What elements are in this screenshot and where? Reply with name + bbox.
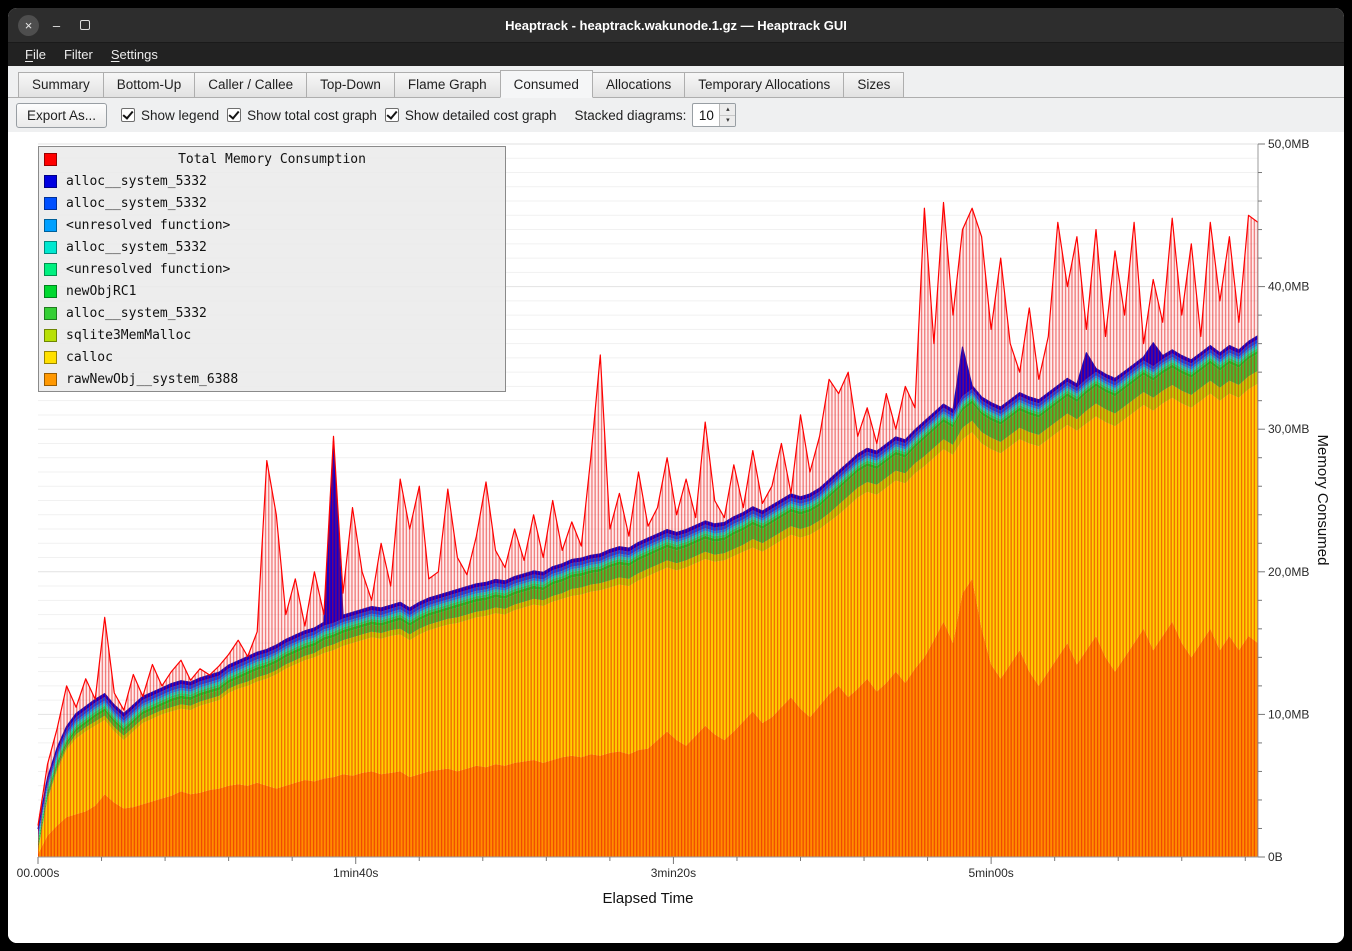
spinbox-down-button[interactable]: ▾: [720, 115, 735, 127]
legend-item: alloc__system_5332: [39, 236, 505, 258]
legend-label: alloc__system_5332: [66, 306, 207, 321]
legend-title: Total Memory Consumption: [39, 152, 505, 167]
tab-caller-callee[interactable]: Caller / Callee: [194, 72, 307, 98]
legend-label: alloc__system_5332: [66, 240, 207, 255]
svg-text:00.000s: 00.000s: [17, 866, 60, 880]
legend-label: newObjRC1: [66, 284, 136, 299]
titlebar: × – Heaptrack - heaptrack.wakunode.1.gz …: [8, 8, 1344, 42]
legend-label: calloc: [66, 350, 113, 365]
legend-item: newObjRC1: [39, 280, 505, 302]
window-title: Heaptrack - heaptrack.wakunode.1.gz — He…: [8, 18, 1344, 33]
checkbox-label: Show legend: [141, 108, 219, 123]
tab-top-down[interactable]: Top-Down: [306, 72, 395, 98]
maximize-button[interactable]: [74, 15, 95, 36]
legend-item: <unresolved function>: [39, 214, 505, 236]
legend-item: alloc__system_5332: [39, 302, 505, 324]
y-axis-title: Memory Consumed: [1314, 435, 1331, 566]
spinbox-value[interactable]: 10: [693, 104, 719, 126]
menu-file[interactable]: File: [16, 44, 55, 65]
minimize-icon: –: [53, 19, 60, 32]
legend-title-row: Total Memory Consumption: [39, 148, 505, 170]
tab-bottom-up[interactable]: Bottom-Up: [103, 72, 196, 98]
tab-flame-graph[interactable]: Flame Graph: [394, 72, 501, 98]
svg-text:20,0MB: 20,0MB: [1268, 565, 1309, 579]
tab-consumed[interactable]: Consumed: [500, 70, 593, 98]
stacked-diagrams-label: Stacked diagrams:: [575, 108, 687, 123]
screen: { "window": { "title": "Heaptrack - heap…: [0, 0, 1352, 951]
x-axis-title: Elapsed Time: [38, 890, 1258, 907]
legend-item: sqlite3MemMalloc: [39, 324, 505, 346]
svg-text:50,0MB: 50,0MB: [1268, 137, 1309, 151]
checkbox-label: Show total cost graph: [247, 108, 377, 123]
minimize-button[interactable]: –: [46, 15, 67, 36]
chart-area: 00.000s 1min40s 3min20s 5min00s 0B 10,0MB 20,0…: [8, 132, 1344, 943]
menu-settings[interactable]: Settings: [102, 44, 167, 65]
legend-swatch: [44, 175, 57, 188]
close-button[interactable]: ×: [18, 15, 39, 36]
stacked-diagrams-spinbox[interactable]: 10 ▴ ▾: [692, 103, 736, 127]
spinbox-up-button[interactable]: ▴: [720, 104, 735, 115]
legend-swatch: [44, 351, 57, 364]
spinbox-buttons: ▴ ▾: [719, 104, 735, 126]
show-total-cost-graph-checkbox[interactable]: Show total cost graph: [227, 108, 377, 123]
legend-swatch: [44, 329, 57, 342]
tabbar: SummaryBottom-UpCaller / CalleeTop-DownF…: [8, 66, 1344, 98]
svg-text:3min20s: 3min20s: [651, 866, 696, 880]
show-detailed-cost-graph-checkbox[interactable]: Show detailed cost graph: [385, 108, 557, 123]
legend-swatch: [44, 263, 57, 276]
tab-summary[interactable]: Summary: [18, 72, 104, 98]
window-controls: × –: [8, 15, 95, 36]
chevron-up-icon: ▴: [726, 106, 730, 113]
chevron-down-icon: ▾: [726, 117, 730, 124]
legend-item: alloc__system_5332: [39, 192, 505, 214]
checkbox-check-icon: [121, 108, 135, 122]
show-legend-checkbox[interactable]: Show legend: [121, 108, 219, 123]
svg-text:40,0MB: 40,0MB: [1268, 280, 1309, 294]
legend-label: alloc__system_5332: [66, 174, 207, 189]
legend-label: <unresolved function>: [66, 262, 230, 277]
legend-label: rawNewObj__system_6388: [66, 372, 238, 387]
app-window: × – Heaptrack - heaptrack.wakunode.1.gz …: [8, 8, 1344, 943]
svg-text:30,0MB: 30,0MB: [1268, 422, 1309, 436]
legend-swatch: [44, 373, 57, 386]
menubar: FileFilterSettings: [8, 42, 1344, 66]
legend-swatch: [44, 307, 57, 320]
tab-sizes[interactable]: Sizes: [843, 72, 904, 98]
svg-text:10,0MB: 10,0MB: [1268, 707, 1309, 721]
svg-text:0B: 0B: [1268, 850, 1283, 864]
tab-allocations[interactable]: Allocations: [592, 72, 685, 98]
legend-item: calloc: [39, 346, 505, 368]
legend-label: <unresolved function>: [66, 218, 230, 233]
checkbox-label: Show detailed cost graph: [405, 108, 557, 123]
legend-swatch: [44, 219, 57, 232]
checkbox-check-icon: [385, 108, 399, 122]
legend-label: sqlite3MemMalloc: [66, 328, 191, 343]
legend-swatch: [44, 241, 57, 254]
legend-swatch: [44, 285, 57, 298]
menu-filter[interactable]: Filter: [55, 44, 102, 65]
close-icon: ×: [25, 19, 33, 32]
checkbox-check-icon: [227, 108, 241, 122]
tab-temporary-allocations[interactable]: Temporary Allocations: [684, 72, 844, 98]
chart-legend: Total Memory Consumption alloc__system_53…: [38, 146, 506, 392]
legend-swatch: [44, 197, 57, 210]
legend-label: alloc__system_5332: [66, 196, 207, 211]
toolbar-checkboxes: Show legend Show total cost graph Show det…: [113, 108, 557, 123]
svg-text:5min00s: 5min00s: [968, 866, 1013, 880]
export-as-button[interactable]: Export As...: [16, 103, 107, 128]
legend-item: alloc__system_5332: [39, 170, 505, 192]
svg-text:1min40s: 1min40s: [333, 866, 378, 880]
legend-item: rawNewObj__system_6388: [39, 368, 505, 390]
maximize-icon: [80, 20, 90, 30]
legend-item: <unresolved function>: [39, 258, 505, 280]
toolbar: Export As... Show legend Show total cost …: [8, 98, 1344, 132]
